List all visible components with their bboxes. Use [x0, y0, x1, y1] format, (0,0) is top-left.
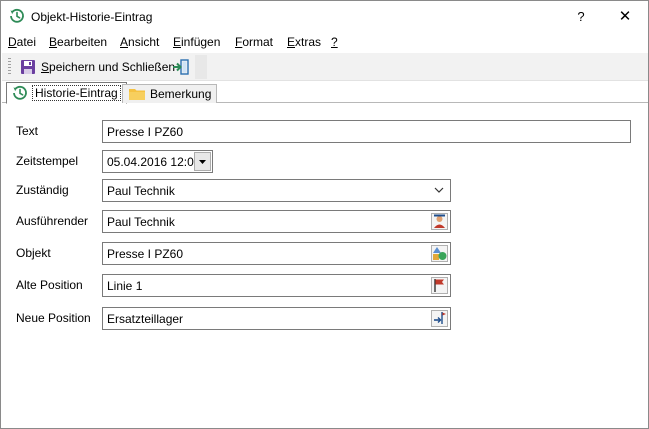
timestamp-label: Zeitstempel — [16, 154, 79, 168]
exit-icon[interactable] — [172, 58, 190, 76]
row-ausfuehrender: Ausführender Paul Technik — [1, 210, 648, 234]
history-icon — [10, 8, 24, 23]
menu-ansicht[interactable]: Ansicht — [120, 35, 159, 49]
object-field[interactable]: Presse I PZ60 — [102, 242, 451, 265]
menu-datei[interactable]: Datei — [8, 35, 36, 49]
old-position-field[interactable]: Linie 1 — [102, 274, 451, 297]
history-icon — [13, 85, 27, 100]
menu-einfuegen[interactable]: Einfügen — [173, 35, 220, 49]
location-flag-icon[interactable] — [431, 277, 448, 294]
row-neue-position: Neue Position Ersatzteillager — [1, 307, 648, 331]
timestamp-picker[interactable]: 05.04.2016 12:09 — [102, 150, 213, 173]
title-bar: Objekt-Historie-Eintrag ? ✕ — [1, 1, 648, 32]
toolbar: Speichern und Schließen — [2, 53, 648, 81]
new-position-field[interactable]: Ersatzteillager — [102, 307, 451, 330]
text-label: Text — [16, 124, 39, 138]
save-and-close-button[interactable]: Speichern und Schließen — [16, 56, 179, 78]
chevron-down-icon — [199, 160, 206, 164]
executor-field[interactable]: Paul Technik — [102, 210, 451, 233]
timestamp-dropdown-button[interactable] — [194, 152, 211, 171]
menu-help[interactable]: ? — [331, 35, 338, 49]
new-position-label: Neue Position — [16, 311, 91, 325]
save-icon — [21, 60, 35, 74]
person-lookup-icon[interactable] — [431, 213, 448, 230]
row-zeitstempel: Zeitstempel 05.04.2016 12:09 — [1, 150, 648, 174]
dialog-window: Objekt-Historie-Eintrag ? ✕ Datei Bearbe… — [0, 0, 649, 429]
toolbar-end-separator — [195, 55, 207, 79]
toolbar-grip[interactable] — [8, 58, 11, 76]
text-input[interactable]: Presse I PZ60 — [102, 120, 631, 143]
old-position-label: Alte Position — [16, 278, 83, 292]
row-zustaendig: Zuständig Paul Technik — [1, 179, 648, 203]
help-button[interactable]: ? — [567, 5, 595, 29]
close-button[interactable]: ✕ — [609, 5, 641, 29]
object-label: Objekt — [16, 246, 51, 260]
folder-icon — [129, 89, 145, 100]
chevron-down-icon[interactable] — [434, 184, 444, 196]
object-lookup-icon[interactable] — [431, 245, 448, 262]
responsible-select[interactable]: Paul Technik — [102, 179, 451, 202]
row-alte-position: Alte Position Linie 1 — [1, 274, 648, 298]
tab-bemerkung[interactable]: Bemerkung — [122, 84, 218, 103]
location-target-icon[interactable] — [431, 310, 448, 327]
executor-label: Ausführender — [16, 214, 89, 228]
menu-format[interactable]: Format — [235, 35, 273, 49]
menu-bar: Datei Bearbeiten Ansicht Einfügen Format… — [1, 32, 648, 52]
responsible-label: Zuständig — [16, 183, 69, 197]
tab-historie-eintrag[interactable]: Historie-Eintrag — [6, 82, 127, 104]
row-objekt: Objekt Presse I PZ60 — [1, 242, 648, 266]
tab-bar: Historie-Eintrag Bemerkung — [2, 82, 648, 104]
menu-extras[interactable]: Extras — [287, 35, 321, 49]
row-text: Text Presse I PZ60 — [1, 120, 648, 144]
window-title: Objekt-Historie-Eintrag — [31, 10, 153, 24]
menu-bearbeiten[interactable]: Bearbeiten — [49, 35, 107, 49]
